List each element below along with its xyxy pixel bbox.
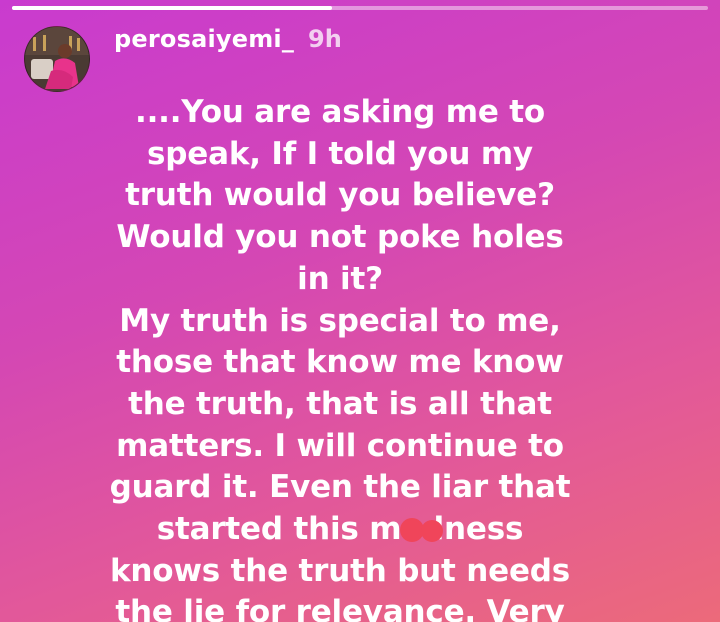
story-progress-bar [12, 6, 708, 10]
avatar-photo-icon [25, 27, 89, 91]
story-progress-fill [12, 6, 333, 10]
red-dots-sticker-icon [400, 518, 443, 542]
story-text: ....You are asking me to speak, If I tol… [109, 94, 571, 622]
avatar[interactable] [24, 26, 90, 92]
username[interactable]: perosaiyemi_ [114, 25, 294, 53]
story-header: perosaiyemi_ 9h [24, 25, 342, 92]
post-time: 9h [308, 25, 342, 53]
story-view[interactable]: perosaiyemi_ 9h ....You are asking me to… [0, 0, 720, 622]
